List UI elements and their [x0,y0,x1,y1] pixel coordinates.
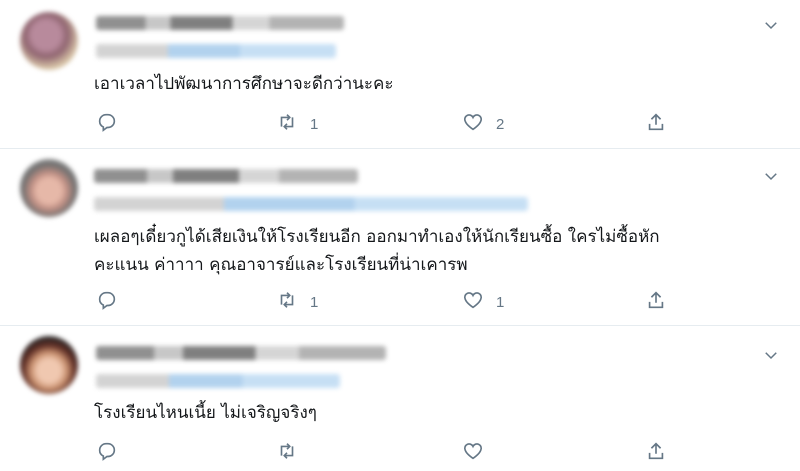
reply-button[interactable] [96,289,130,315]
author-handle-redacted [94,197,528,211]
like-button[interactable]: 1 [462,289,504,315]
reply-button[interactable] [96,440,130,466]
tweet-text-line: เอาเวลาไปพัฒนาการศึกษาจะดีกว่านะคะ [94,74,394,94]
chevron-down-icon[interactable] [762,346,780,364]
tweet-text-line: เผลอๆเดี๋ยวกูได้เสียเงินให้โรงเรียนอีก อ… [94,227,660,247]
avatar[interactable] [20,12,78,70]
retweet-icon [276,440,298,466]
tweet-2[interactable]: เผลอๆเดี๋ยวกูได้เสียเงินให้โรงเรียนอีก อ… [0,149,800,325]
like-count: 2 [496,115,505,133]
share-button[interactable] [645,111,667,137]
author-name-redacted [94,169,358,183]
share-icon [645,440,667,466]
tweet-1[interactable]: เอาเวลาไปพัฒนาการศึกษาจะดีกว่านะคะ 1 2 [0,0,800,148]
author-name-redacted [96,346,386,360]
reply-button[interactable] [96,111,130,137]
share-icon [645,111,667,137]
retweet-button[interactable] [276,440,310,466]
reply-icon [96,440,118,466]
reply-icon [96,111,118,137]
tweet-text-line: คะแนน ค่าาาา คุณอาจารย์และโรงเรียนที่น่า… [94,255,468,275]
author-handle-redacted [96,44,336,58]
tweet-text-line: โรงเรียนไหนเนี้ย ไม่เจริญจริงๆ [94,403,317,423]
share-button[interactable] [645,289,667,315]
author-name-redacted [96,16,344,30]
share-button[interactable] [645,440,667,466]
reply-icon [96,289,118,315]
retweet-count: 1 [310,293,319,311]
like-button[interactable] [462,440,496,466]
avatar[interactable] [20,336,78,394]
retweet-icon [276,289,298,315]
like-count: 1 [496,293,505,311]
retweet-icon [276,111,298,137]
chevron-down-icon[interactable] [762,167,780,185]
author-handle-redacted [96,374,340,388]
retweet-count: 1 [310,115,319,133]
heart-icon [462,289,484,315]
like-button[interactable]: 2 [462,111,504,137]
heart-icon [462,111,484,137]
retweet-button[interactable]: 1 [276,289,318,315]
retweet-button[interactable]: 1 [276,111,318,137]
tweet-3[interactable]: โรงเรียนไหนเนี้ย ไม่เจริญจริงๆ [0,326,800,471]
avatar[interactable] [20,159,78,217]
share-icon [645,289,667,315]
heart-icon [462,440,484,466]
chevron-down-icon[interactable] [762,16,780,34]
